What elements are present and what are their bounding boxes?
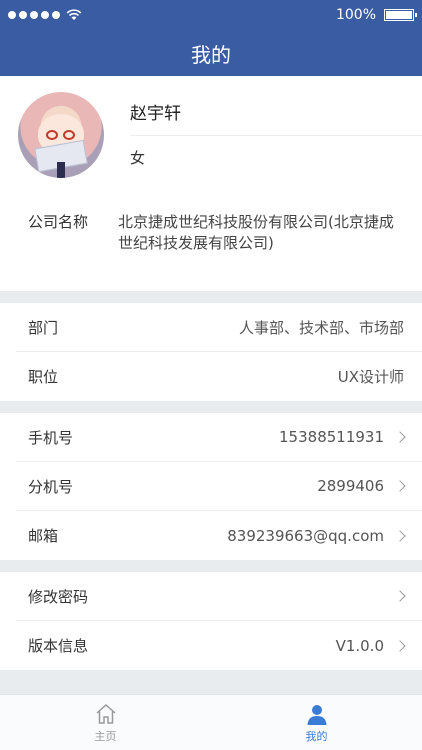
chevron-right-icon bbox=[394, 431, 406, 443]
company-label: 公司名称 bbox=[28, 213, 89, 231]
signal-icon bbox=[8, 11, 60, 19]
header: 100% 我的 bbox=[0, 0, 422, 76]
tab-mine[interactable]: 我的 bbox=[211, 695, 422, 750]
position-row: 职位 UX设计师 bbox=[16, 352, 422, 401]
tab-home-label: 主页 bbox=[94, 729, 117, 743]
tab-bar: 主页 我的 bbox=[0, 694, 422, 750]
change-password-label: 修改密码 bbox=[28, 587, 89, 606]
ext-value: 2899406 bbox=[317, 477, 384, 495]
status-bar: 100% bbox=[0, 0, 422, 30]
phone-label: 手机号 bbox=[28, 428, 74, 447]
position-label: 职位 bbox=[28, 368, 59, 386]
department-label: 部门 bbox=[28, 318, 59, 337]
phone-row[interactable]: 手机号 15388511931 bbox=[16, 413, 422, 462]
change-password-row[interactable]: 修改密码 bbox=[16, 572, 422, 621]
tab-home[interactable]: 主页 bbox=[0, 695, 211, 750]
company-row: 公司名称 北京捷成世纪科技股份有限公司(北京捷成世纪科技发展有限公司) bbox=[0, 192, 422, 254]
phone-value: 15388511931 bbox=[279, 428, 384, 446]
user-gender: 女 bbox=[130, 149, 146, 167]
chevron-right-icon bbox=[394, 639, 406, 652]
contact-group: 手机号 15388511931 分机号 2899406 邮箱 839239663… bbox=[0, 413, 422, 560]
position-value: UX设计师 bbox=[337, 368, 404, 386]
version-row[interactable]: 版本信息 V1.0.0 bbox=[16, 621, 422, 670]
email-label: 邮箱 bbox=[28, 527, 59, 545]
ext-label: 分机号 bbox=[28, 477, 74, 496]
chevron-right-icon bbox=[394, 480, 406, 492]
home-icon bbox=[96, 703, 115, 724]
org-group: 部门 人事部、技术部、市场部 职位 UX设计师 bbox=[0, 303, 422, 401]
user-icon bbox=[307, 704, 326, 725]
battery-icon bbox=[384, 9, 417, 21]
company-value: 北京捷成世纪科技股份有限公司(北京捷成世纪科技发展有限公司) bbox=[118, 213, 394, 252]
chevron-right-icon bbox=[394, 529, 406, 542]
page-title: 我的 bbox=[191, 42, 231, 67]
tab-mine-label: 我的 bbox=[305, 729, 328, 743]
department-row: 部门 人事部、技术部、市场部 bbox=[16, 303, 422, 352]
chevron-right-icon bbox=[394, 590, 406, 602]
version-label: 版本信息 bbox=[28, 637, 89, 655]
wifi-icon bbox=[66, 9, 82, 20]
user-name: 赵宇轩 bbox=[130, 92, 422, 136]
settings-group: 修改密码 版本信息 V1.0.0 bbox=[0, 572, 422, 670]
battery-percent: 100% bbox=[335, 7, 376, 23]
ext-row[interactable]: 分机号 2899406 bbox=[16, 462, 422, 511]
email-row[interactable]: 邮箱 839239663@qq.com bbox=[16, 511, 422, 560]
department-value: 人事部、技术部、市场部 bbox=[238, 318, 404, 337]
version-value: V1.0.0 bbox=[335, 636, 384, 655]
avatar[interactable] bbox=[18, 92, 104, 178]
email-value: 839239663@qq.com bbox=[227, 526, 384, 545]
profile-card: 赵宇轩 女 公司名称 北京捷成世纪科技股份有限公司(北京捷成世纪科技发展有限公司… bbox=[0, 76, 422, 291]
